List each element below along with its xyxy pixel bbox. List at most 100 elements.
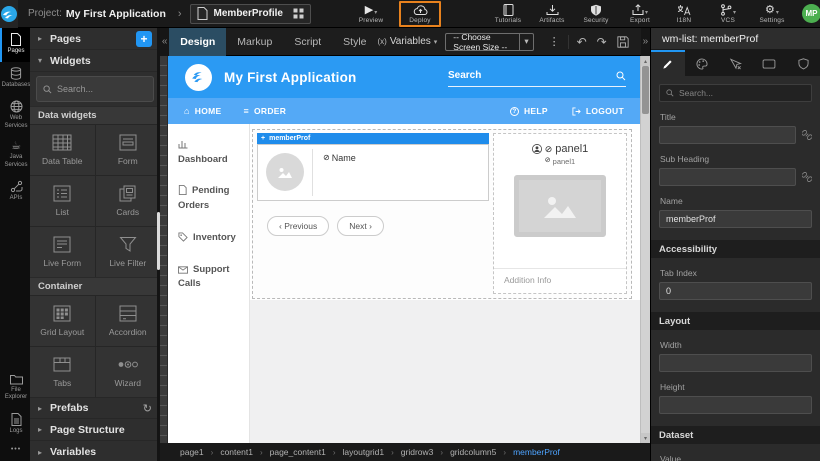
chevron-down-icon[interactable]: ▾ [733,9,736,16]
rail-item-logs[interactable]: Logs [0,408,30,442]
widget-tile-form[interactable]: Form [96,125,161,175]
security-button[interactable]: Security [581,1,611,27]
kebab-menu[interactable]: ⋮ [542,35,568,48]
grid-icon[interactable] [293,8,304,19]
list-widget-titlebar[interactable]: + memberProf [257,133,489,144]
list-item-name[interactable]: ⊘ Name [313,145,356,200]
widget-tile-wizard[interactable]: Wizard [96,347,161,397]
nav-logout[interactable]: LOGOUT [572,106,624,116]
variables-dropdown[interactable]: (x) Variables ▾ [378,36,438,47]
variables-accordion[interactable]: ▸ Variables [30,441,160,461]
app-search-field[interactable]: Search [448,65,626,87]
rail-item-more[interactable]: ••• [0,441,30,461]
redo-icon[interactable]: ↷ [597,35,607,49]
sidenav-item-dashboard[interactable]: Dashboard [178,138,239,167]
export-button[interactable]: ▾ Export [625,1,655,27]
vcs-button[interactable]: ▾ VCS [713,1,743,27]
widget-tile-live-filter[interactable]: Live Filter [96,227,161,277]
widget-tile-list[interactable]: List [30,176,95,226]
add-page-button[interactable]: + [136,31,152,47]
selection-outline[interactable]: + memberProf ⊘ [252,129,632,299]
panel1-subheading[interactable]: ⊘ panel1 [545,157,575,166]
breadcrumb-page1[interactable]: page1 [180,447,204,457]
scroll-down-icon[interactable]: ▾ [641,433,650,443]
tab-script[interactable]: Script [283,28,332,56]
wavemaker-logo[interactable] [0,0,18,28]
search-icon[interactable] [616,71,626,81]
widget-search[interactable]: Search... [36,76,154,102]
chevron-down-icon[interactable]: ▾ [645,9,648,16]
pages-accordion[interactable]: ▸ Pages + [30,28,160,50]
height-input[interactable] [659,396,812,414]
preview-button[interactable]: ▶▾ Preview [356,1,386,27]
tab-events[interactable] [719,50,753,76]
widget-tile-cards[interactable]: Cards [96,176,161,226]
rail-item-pages[interactable]: Pages [0,28,30,62]
app-logo[interactable] [185,64,212,91]
bind-link-icon[interactable] [802,172,812,182]
tab-markup[interactable]: Markup [226,28,283,56]
deploy-button[interactable]: Deploy [405,1,435,27]
rail-item-apis[interactable]: APIs [0,175,30,209]
scroll-up-icon[interactable]: ▴ [641,56,650,66]
collapse-left-button[interactable]: « [160,28,169,56]
nav-help[interactable]: ? HELP [510,106,548,116]
tab-properties[interactable] [651,50,685,76]
tutorials-button[interactable]: Tutorials [493,1,523,27]
rail-item-java-services[interactable]: ☕ Java Services [0,136,30,175]
breadcrumb-content1[interactable]: content1 [220,447,253,457]
widgets-scrollbar[interactable] [157,28,160,461]
sidenav-item-pending-orders[interactable]: Pending Orders [178,184,239,213]
subheading-input[interactable] [659,168,796,186]
width-input[interactable] [659,354,812,372]
widget-tile-tabs[interactable]: Tabs [30,347,95,397]
page-selector[interactable]: MemberProfile [190,4,311,24]
widget-tile-live-form[interactable]: Live Form [30,227,95,277]
settings-button[interactable]: ⚙▾ Settings [757,1,787,27]
previous-button[interactable]: ‹ Previous [267,216,329,236]
nav-home[interactable]: ⌂ HOME [184,106,221,116]
chevron-down-icon[interactable]: ▾ [374,9,377,16]
tab-styles[interactable] [685,50,719,76]
widget-tile-data-table[interactable]: Data Table [30,125,95,175]
widget-tile-grid-layout[interactable]: Grid Layout [30,296,95,346]
tab-design[interactable]: Design [169,28,226,56]
i18n-button[interactable]: I18N [669,1,699,27]
move-icon[interactable]: + [261,135,265,142]
next-button[interactable]: Next › [337,216,384,236]
bind-link-icon[interactable] [802,130,812,140]
sidenav-item-support-calls[interactable]: Support Calls [178,263,239,292]
panel1-widget[interactable]: ⊘ panel1 ⊘ panel1 [493,133,627,294]
artifacts-button[interactable]: Artifacts [537,1,567,27]
tab-device[interactable] [752,50,786,76]
properties-search[interactable]: Search... [659,84,812,102]
save-icon[interactable] [617,36,629,48]
nav-order[interactable]: ≡ ORDER [243,106,286,116]
canvas-scrollbar-thumb[interactable] [642,66,649,114]
undo-icon[interactable]: ↶ [577,35,587,49]
list-item-card[interactable]: ⊘ Name [257,144,489,201]
screen-size-select[interactable]: -- Choose Screen Size -- ▾ [445,33,533,51]
refresh-icon[interactable]: ↻ [143,402,152,415]
panel1-header[interactable]: ⊘ panel1 [532,143,589,155]
chevron-down-icon[interactable]: ▾ [776,9,779,16]
collapse-right-button[interactable]: » [641,28,650,56]
panel1-image-placeholder[interactable] [514,175,606,237]
page-structure-accordion[interactable]: ▸ Page Structure [30,419,160,441]
panel1-footer[interactable]: Addition Info [494,268,626,293]
breadcrumb-gridrow3[interactable]: gridrow3 [401,447,434,457]
tabindex-input[interactable] [659,282,812,300]
rail-item-file-explorer[interactable]: File Explorer [0,369,30,408]
rail-item-web-services[interactable]: Web Services [0,95,30,136]
tab-style[interactable]: Style [332,28,377,56]
breadcrumb-page-content1[interactable]: page_content1 [270,447,326,457]
sidenav-item-inventory[interactable]: Inventory [178,231,239,246]
widget-tile-accordion[interactable]: Accordion [96,296,161,346]
breadcrumb-memberprof[interactable]: memberProf [513,447,560,457]
prefabs-accordion[interactable]: ▸ Prefabs ↻ [30,397,160,419]
widgets-scrollbar-thumb[interactable] [157,212,160,270]
breadcrumb-layoutgrid1[interactable]: layoutgrid1 [343,447,385,457]
title-input[interactable] [659,126,796,144]
user-avatar[interactable]: MP [802,4,820,23]
widgets-accordion[interactable]: ▾ Widgets [30,50,160,72]
